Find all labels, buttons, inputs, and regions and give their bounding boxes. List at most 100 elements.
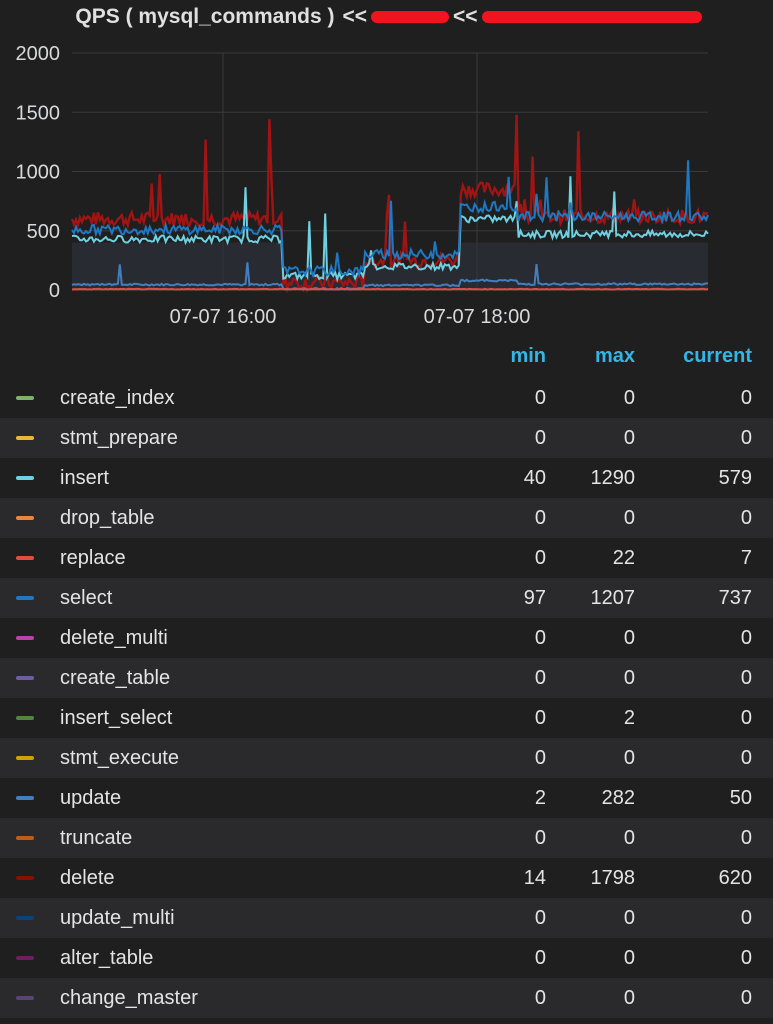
legend-current-value: 737 xyxy=(718,587,752,609)
legend-series-name: insert_select xyxy=(60,707,173,729)
legend-current-value: 0 xyxy=(740,947,752,969)
y-tick-label: 1500 xyxy=(16,102,61,124)
legend-series-name: update_multi xyxy=(60,907,175,929)
legend-max-value: 0 xyxy=(623,987,635,1009)
legend-current-value: 620 xyxy=(718,867,752,889)
legend-header-min[interactable]: min xyxy=(466,345,546,368)
title-separator: << xyxy=(342,5,368,28)
legend-current-value: 0 xyxy=(740,627,752,649)
legend-swatch xyxy=(16,436,34,440)
legend-max-value: 1798 xyxy=(590,867,636,889)
legend-current-value: 50 xyxy=(729,787,752,809)
legend-series-name: stmt_execute xyxy=(60,747,179,769)
legend-min-value: 0 xyxy=(534,627,546,649)
legend-current-value: 0 xyxy=(740,507,752,529)
legend-series-name: alter_table xyxy=(60,947,154,969)
legend-header-current[interactable]: current xyxy=(632,345,752,368)
legend-swatch xyxy=(16,836,34,840)
legend-min-value: 0 xyxy=(534,987,546,1009)
legend-row-insert-select[interactable]: insert_select 0 2 0 xyxy=(0,698,773,738)
legend-max-value: 0 xyxy=(623,947,635,969)
legend-row-update[interactable]: update 2 282 50 xyxy=(0,778,773,818)
legend-header: min max current xyxy=(0,340,773,378)
legend-current-value: 0 xyxy=(740,667,752,689)
legend-row-create-index[interactable]: create_index 0 0 0 xyxy=(0,378,773,418)
legend-swatch xyxy=(16,916,34,920)
legend-row-truncate[interactable]: truncate 0 0 0 xyxy=(0,818,773,858)
legend-current-value: 0 xyxy=(740,827,752,849)
legend-row-delete[interactable]: delete 14 1798 620 xyxy=(0,858,773,898)
legend-swatch xyxy=(16,996,34,1000)
legend-swatch xyxy=(16,796,34,800)
legend-min-value: 0 xyxy=(534,747,546,769)
legend-series-name: create_index xyxy=(60,387,175,409)
legend-min-value: 97 xyxy=(523,587,546,609)
legend-series-name: create_table xyxy=(60,667,171,689)
redaction-mark xyxy=(371,11,450,23)
qps-line-chart[interactable]: 0 500 1000 1500 2000 07-07 16:00 07-07 18:00 xyxy=(0,34,773,334)
legend-max-value: 1290 xyxy=(590,467,636,489)
chart-series xyxy=(70,114,709,294)
legend-header-max[interactable]: max xyxy=(555,345,635,368)
legend-max-value: 0 xyxy=(623,667,635,689)
legend-max-value: 2 xyxy=(623,707,635,729)
legend-min-value: 0 xyxy=(534,707,546,729)
y-tick-label: 0 xyxy=(49,280,60,302)
legend-max-value: 22 xyxy=(612,547,635,569)
legend-min-value: 0 xyxy=(534,827,546,849)
legend-current-value: 7 xyxy=(740,547,752,569)
legend-row-select[interactable]: select 97 1207 737 xyxy=(0,578,773,618)
legend-max-value: 0 xyxy=(623,827,635,849)
legend-swatch xyxy=(16,596,34,600)
legend-max-value: 0 xyxy=(623,387,635,409)
legend-max-value: 0 xyxy=(623,747,635,769)
legend-row-drop-table[interactable]: drop_table 0 0 0 xyxy=(0,498,773,538)
legend-max-value: 0 xyxy=(623,507,635,529)
legend-row-alter-table[interactable]: alter_table 0 0 0 xyxy=(0,938,773,978)
legend-rows: create_index 0 0 0 stmt_prepare 0 0 0 insert 40 12… xyxy=(0,378,773,1018)
legend-row-insert[interactable]: insert 40 1290 579 xyxy=(0,458,773,498)
legend-series-name: update xyxy=(60,787,122,809)
panel-title-text: QPS ( mysql_commands ) xyxy=(75,5,335,28)
legend-min-value: 40 xyxy=(523,467,546,489)
legend-series-name: change_master xyxy=(60,987,198,1009)
legend-min-value: 0 xyxy=(534,947,546,969)
legend-swatch xyxy=(16,676,34,680)
legend-series-name: delete_multi xyxy=(60,627,168,649)
legend-max-value: 282 xyxy=(601,787,635,809)
legend-current-value: 0 xyxy=(740,707,752,729)
legend-min-value: 0 xyxy=(534,667,546,689)
legend-min-value: 0 xyxy=(534,507,546,529)
legend-row-stmt-prepare[interactable]: stmt_prepare 0 0 0 xyxy=(0,418,773,458)
legend-current-value: 0 xyxy=(740,387,752,409)
series-line-replace[interactable] xyxy=(71,287,709,291)
legend-row-create-table[interactable]: create_table 0 0 0 xyxy=(0,658,773,698)
legend-row-update-multi[interactable]: update_multi 0 0 0 xyxy=(0,898,773,938)
legend-swatch xyxy=(16,876,34,880)
legend-swatch xyxy=(16,756,34,760)
legend-series-name: stmt_prepare xyxy=(60,427,178,449)
legend-current-value: 579 xyxy=(718,467,752,489)
legend-min-value: 2 xyxy=(534,787,546,809)
panel-title[interactable]: QPS ( mysql_commands ) << << xyxy=(0,0,773,34)
legend-min-value: 0 xyxy=(534,387,546,409)
legend-series-name: select xyxy=(60,587,113,609)
legend-max-value: 0 xyxy=(623,427,635,449)
legend-row-delete-multi[interactable]: delete_multi 0 0 0 xyxy=(0,618,773,658)
legend-series-name: insert xyxy=(60,467,109,489)
legend-swatch xyxy=(16,556,34,560)
legend-swatch xyxy=(16,636,34,640)
legend-min-value: 0 xyxy=(534,427,546,449)
title-separator: << xyxy=(453,5,478,28)
legend-row-change-master[interactable]: change_master 0 0 0 xyxy=(0,978,773,1018)
legend-series-name: replace xyxy=(60,547,126,569)
y-tick-label: 2000 xyxy=(16,43,61,65)
legend-row-replace[interactable]: replace 0 22 7 xyxy=(0,538,773,578)
legend-swatch xyxy=(16,396,34,400)
legend-swatch xyxy=(16,516,34,520)
y-axis-labels: 0 500 1000 1500 2000 xyxy=(16,43,61,302)
legend-row-stmt-execute[interactable]: stmt_execute 0 0 0 xyxy=(0,738,773,778)
legend-series-name: delete xyxy=(60,867,115,889)
legend-max-value: 0 xyxy=(623,627,635,649)
legend-max-value: 0 xyxy=(623,907,635,929)
